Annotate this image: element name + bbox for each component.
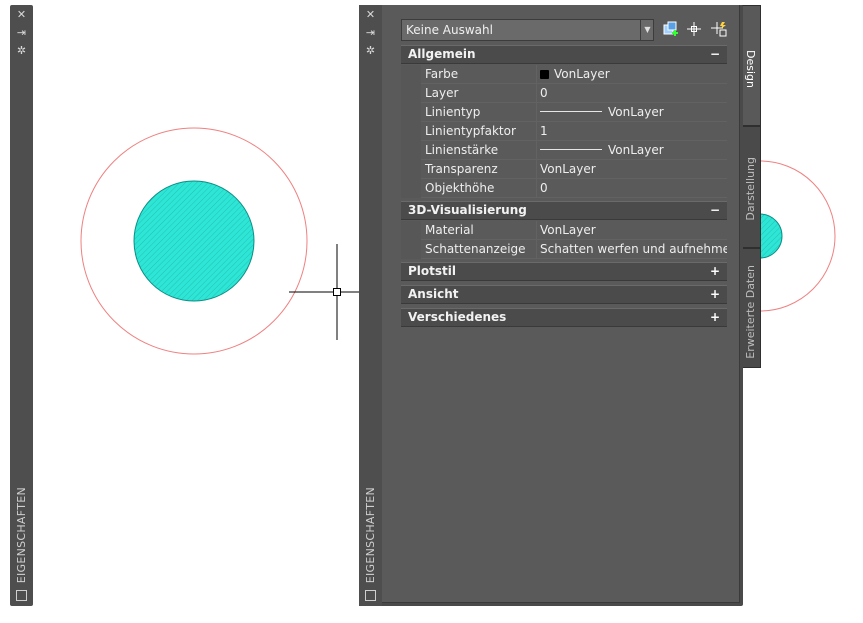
property-name: Material [421,221,537,240]
category-ansicht[interactable]: Ansicht + [401,285,727,304]
select-objects-icon[interactable] [686,21,702,37]
palette-title-bar[interactable]: ✕ ⇥ ✲ EIGENSCHAFTEN [359,5,382,606]
selection-dropdown[interactable]: Keine Auswahl [401,19,654,41]
auto-hide-icon[interactable]: ⇥ [359,26,382,40]
property-name: Objekthöhe [421,179,537,198]
property-value-text: VonLayer [554,67,610,81]
category-plotstil[interactable]: Plotstil + [401,262,727,281]
property-row-material[interactable]: Material VonLayer [401,221,727,240]
palette-title: EIGENSCHAFTEN [364,487,377,584]
property-row-farbe[interactable]: Farbe VonLayer [401,65,727,84]
hatched-circle[interactable] [133,180,255,302]
palette-icon[interactable] [365,590,376,601]
tab-erweiterte-daten-label: Erweiterte Daten [744,265,757,359]
property-row-objekthoehe[interactable]: Objekthöhe 0 [401,179,727,198]
property-value[interactable]: VonLayer [537,221,727,240]
property-value-text: VonLayer [608,105,664,119]
property-name: Transparenz [421,160,537,179]
pickadd-toggle-icon[interactable] [711,21,727,37]
quick-select-icon[interactable] [662,21,678,37]
property-row-linientyp[interactable]: Linientyp VonLayer [401,103,727,122]
linetype-sample-icon [540,111,602,112]
property-name: Linientypfaktor [421,122,537,141]
collapse-icon[interactable]: − [710,46,720,63]
property-value[interactable]: 0 [537,84,727,103]
lineweight-sample-icon [540,149,602,150]
expand-icon[interactable]: + [710,309,720,326]
properties-menu-icon[interactable]: ✲ [359,44,382,58]
category-label: Ansicht [408,287,459,301]
property-value[interactable]: 1 [537,122,727,141]
property-name: Layer [421,84,537,103]
palette-title: EIGENSCHAFTEN [15,487,28,584]
property-value[interactable]: 0 [537,179,727,198]
chevron-down-icon[interactable]: ▼ [640,20,654,40]
color-swatch-icon [540,70,549,79]
property-value-text: VonLayer [608,143,664,157]
property-name: Linientyp [421,103,537,122]
tab-design-label: Design [744,50,757,88]
tab-darstellung-label: Darstellung [744,157,757,221]
category-label: Verschiedenes [408,310,507,324]
category-verschiedenes[interactable]: Verschiedenes + [401,308,727,327]
category-allgemein[interactable]: Allgemein − [401,45,727,64]
palette-icon[interactable] [16,590,27,601]
category-label: 3D-Visualisierung [408,203,527,217]
property-name: Schattenanzeige [421,240,537,259]
collapsed-palette-left[interactable]: ✕ ⇥ ✲ EIGENSCHAFTEN [10,5,33,606]
category-3d-visualisierung[interactable]: 3D-Visualisierung − [401,201,727,220]
property-row-linienstaerke[interactable]: Linienstärke VonLayer [401,141,727,160]
selection-dropdown-value: Keine Auswahl [406,23,493,37]
property-value[interactable]: VonLayer [537,141,727,160]
property-row-layer[interactable]: Layer 0 [401,84,727,103]
expand-icon[interactable]: + [710,286,720,303]
category-label: Plotstil [408,264,456,278]
property-value[interactable]: Schatten werfen und aufnehmen [537,240,727,259]
property-row-transparenz[interactable]: Transparenz VonLayer [401,160,727,179]
property-value[interactable]: VonLayer [537,160,727,179]
collapse-icon[interactable]: − [710,202,720,219]
property-row-linientypfaktor[interactable]: Linientypfaktor 1 [401,122,727,141]
expand-icon[interactable]: + [710,263,720,280]
properties-menu-icon[interactable]: ✲ [10,44,33,58]
property-row-schattenanzeige[interactable]: Schattenanzeige Schatten werfen und aufn… [401,240,727,259]
category-label: Allgemein [408,47,476,61]
property-name: Farbe [421,65,537,84]
auto-hide-icon[interactable]: ⇥ [10,26,33,40]
property-value[interactable]: VonLayer [537,65,727,84]
property-name: Linienstärke [421,141,537,160]
close-icon[interactable]: ✕ [10,8,33,22]
property-value[interactable]: VonLayer [537,103,727,122]
close-icon[interactable]: ✕ [359,8,382,22]
